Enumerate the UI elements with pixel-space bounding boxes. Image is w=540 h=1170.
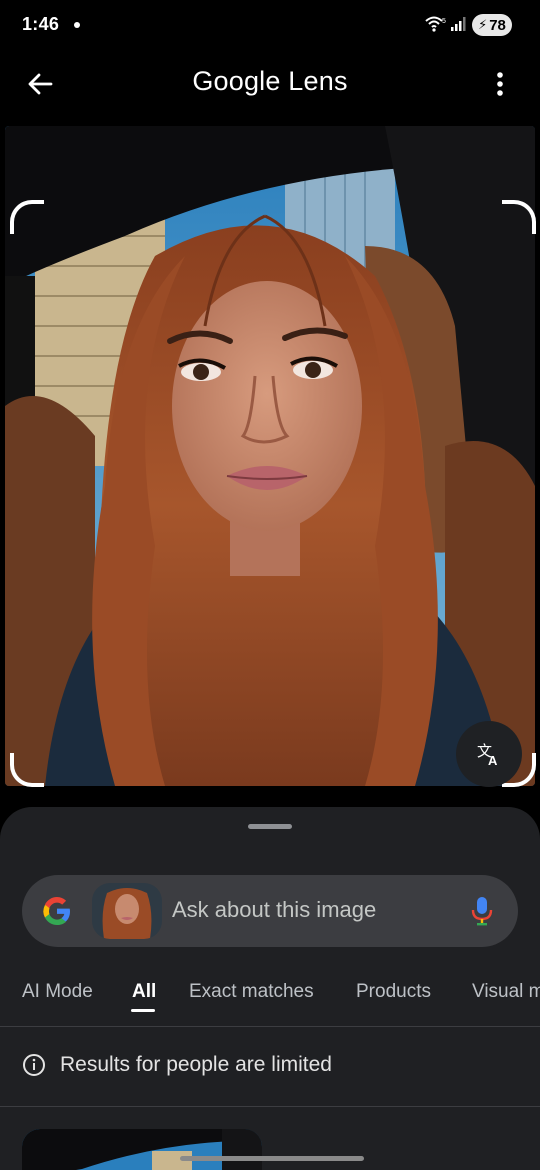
translate-icon: 文 A [477,742,498,768]
more-options-button[interactable] [480,64,520,104]
tab-visual-matches[interactable]: Visual m [472,981,540,1003]
status-bar: 1:46 5 ⚡ 78 [0,0,540,50]
more-vert-icon [497,72,503,96]
tab-products[interactable]: Products [356,981,431,1003]
clock: 1:46 [22,14,60,34]
tab-ai-mode[interactable]: AI Mode [22,981,93,1003]
tab-exact-matches[interactable]: Exact matches [189,981,314,1003]
tab-all[interactable]: All [132,981,156,1003]
search-bar[interactable]: Ask about this image [22,875,518,947]
portrait-illustration [5,126,535,786]
image-thumbnail[interactable] [92,883,162,939]
page-title: Google Lens [192,66,348,96]
battery-level: 78 [489,16,506,34]
gesture-nav-bar[interactable] [180,1156,364,1161]
result-card[interactable] [22,1129,262,1170]
result-thumbnail [22,1129,262,1170]
active-tab-indicator [131,1009,155,1012]
microphone-icon[interactable] [470,895,494,927]
google-g-icon [43,897,70,925]
results-sheet[interactable]: Ask about this image AI Mode All Exact m… [0,807,540,1170]
search-placeholder: Ask about this image [172,897,377,922]
results-notice: Results for people are limited [22,1050,332,1080]
signal-icon [451,17,466,31]
results-tabs: AI Mode All Exact matches Products Visua… [0,975,540,1027]
info-icon [23,1054,45,1076]
divider [0,1026,540,1027]
battery-indicator: ⚡ 78 [472,14,512,36]
translate-button[interactable]: 文 A [456,721,522,787]
drag-handle[interactable] [248,824,292,829]
search-image[interactable] [5,126,535,786]
top-app-bar: Google Lens [0,50,540,116]
divider [0,1106,540,1107]
wifi-icon: 5 [425,16,446,32]
charging-icon: ⚡ [478,17,488,32]
network-type-label: 5 [442,18,446,25]
svg-text:A: A [488,753,498,768]
notification-dot [74,22,80,28]
thumbnail-image [92,883,162,939]
notice-text: Results for people are limited [60,1053,332,1076]
